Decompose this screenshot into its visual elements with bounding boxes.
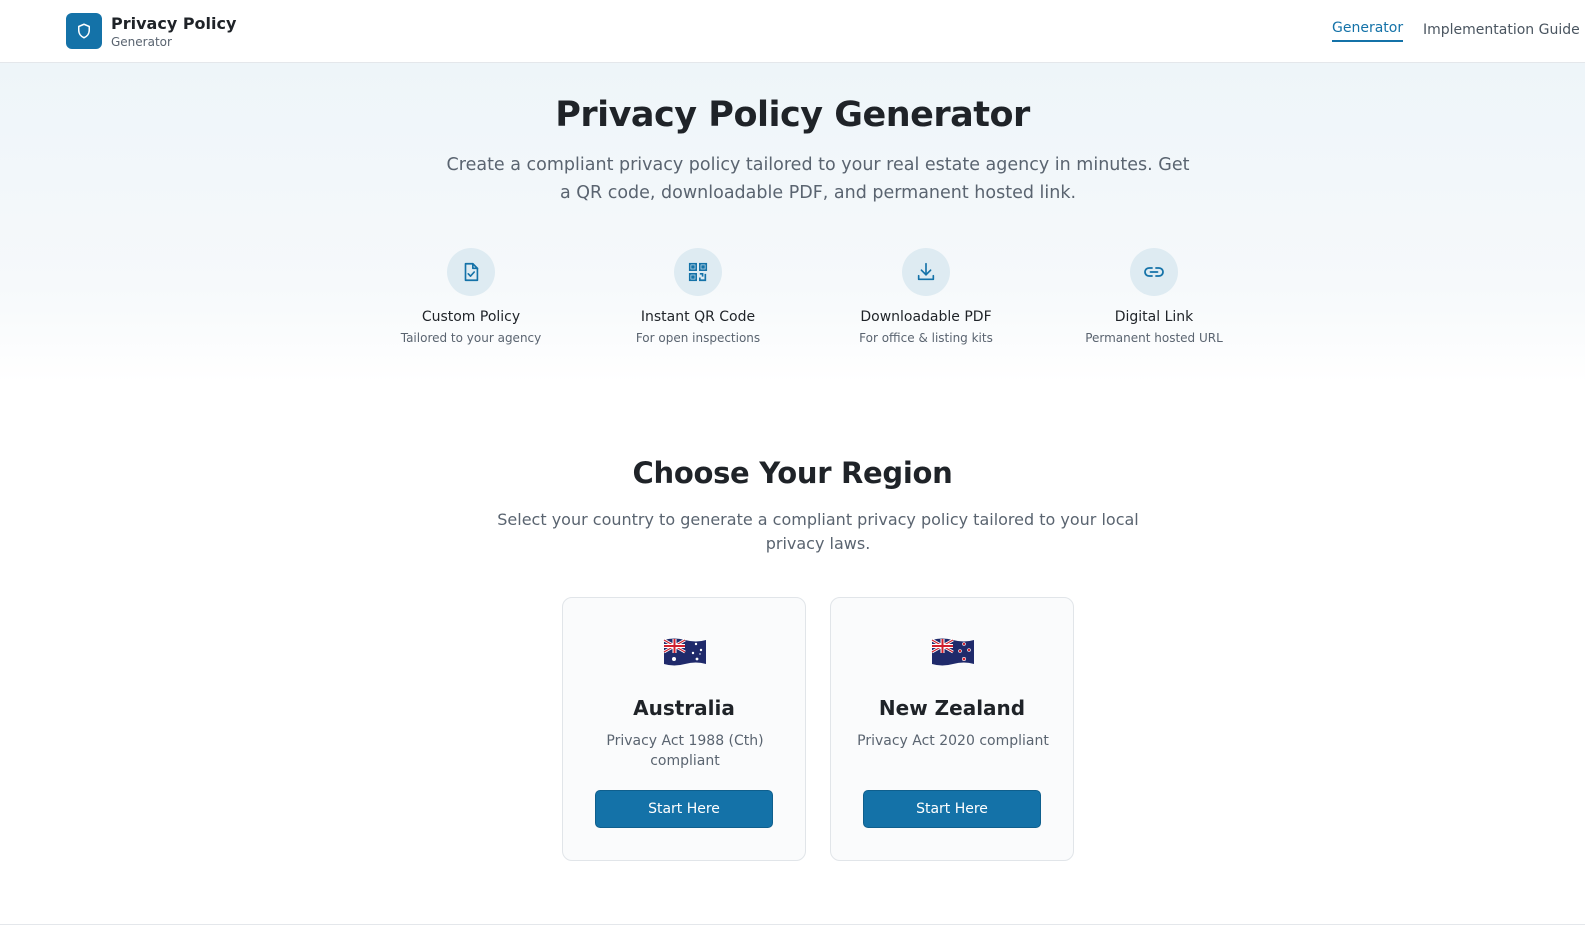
feature-subtitle: Tailored to your agency bbox=[400, 331, 542, 345]
region-card-new-zealand[interactable]: New Zealand Privacy Act 2020 compliant S… bbox=[830, 597, 1074, 861]
feature-icon-circle bbox=[447, 248, 495, 296]
footer-divider bbox=[0, 924, 1585, 925]
region-description: Select your country to generate a compli… bbox=[497, 510, 1139, 553]
feature-title: Custom Policy bbox=[421, 309, 521, 325]
australia-flag-icon bbox=[663, 638, 706, 666]
nav-generator[interactable]: Generator bbox=[1332, 20, 1404, 42]
feature-custom-policy: Custom Policy Tailored to your agency bbox=[381, 248, 561, 345]
brand-title: Privacy Policy bbox=[111, 14, 237, 33]
qr-code-icon bbox=[688, 262, 708, 282]
card-country-name: Australia bbox=[633, 696, 735, 720]
feature-downloadable-pdf: Downloadable PDF For office & listing ki… bbox=[836, 248, 1016, 345]
feature-icon-circle bbox=[1130, 248, 1178, 296]
page-title: Privacy Policy Generator bbox=[555, 95, 1030, 135]
new-zealand-flag-icon bbox=[931, 638, 974, 666]
shield-icon bbox=[78, 23, 90, 39]
feature-title: Digital Link bbox=[1114, 309, 1194, 325]
top-header: Privacy Policy Generator Generator Imple… bbox=[0, 0, 1585, 63]
feature-qr-code: Instant QR Code For open inspections bbox=[608, 248, 788, 345]
region-card-australia[interactable]: Australia Privacy Act 1988 (Cth) complia… bbox=[562, 597, 806, 861]
brand-subtitle: Generator bbox=[111, 35, 172, 49]
card-law-text: Privacy Act 1988 (Cth) compliant bbox=[606, 733, 764, 769]
feature-subtitle: For open inspections bbox=[635, 331, 761, 345]
hero-description: Create a compliant privacy policy tailor… bbox=[446, 155, 1190, 203]
link-icon bbox=[1144, 267, 1164, 277]
feature-icon-circle bbox=[674, 248, 722, 296]
region-title: Choose Your Region bbox=[632, 456, 953, 490]
card-country-name: New Zealand bbox=[878, 696, 1026, 720]
start-here-button-australia[interactable]: Start Here bbox=[595, 790, 773, 828]
feature-icon-circle bbox=[902, 248, 950, 296]
feature-subtitle: Permanent hosted URL bbox=[1085, 331, 1223, 345]
card-law-text: Privacy Act 2020 compliant bbox=[857, 733, 1049, 749]
feature-title: Instant QR Code bbox=[640, 309, 756, 325]
download-icon bbox=[917, 262, 935, 281]
logo[interactable] bbox=[66, 13, 102, 49]
feature-title: Downloadable PDF bbox=[860, 309, 992, 325]
feature-subtitle: For office & listing kits bbox=[859, 331, 993, 345]
nav-implementation-guide[interactable]: Implementation Guide bbox=[1423, 22, 1580, 38]
document-check-icon bbox=[464, 262, 479, 282]
feature-digital-link: Digital Link Permanent hosted URL bbox=[1064, 248, 1244, 345]
start-here-button-new-zealand[interactable]: Start Here bbox=[863, 790, 1041, 828]
